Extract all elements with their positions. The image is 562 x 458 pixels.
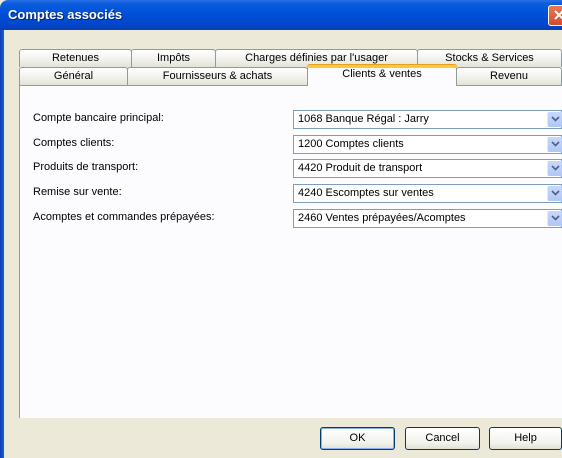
field-label: Acomptes et commandes prépayées:: [33, 211, 215, 223]
dialog-window: Comptes associés Retenues Impôts Charges…: [0, 0, 562, 458]
title-bar[interactable]: Comptes associés: [0, 0, 562, 30]
tab-label: Impôts: [156, 52, 190, 64]
field-label: Comptes clients:: [33, 137, 115, 149]
acomptes-select[interactable]: 2460 Ventes prépayées/Acomptes: [293, 209, 562, 228]
comptes-clients-select[interactable]: 1200 Comptes clients: [293, 135, 562, 154]
dropdown-button[interactable]: [547, 137, 562, 152]
tab-impots[interactable]: Impôts: [131, 49, 216, 67]
chevron-down-icon: [551, 190, 560, 196]
tab-fournisseurs-achats[interactable]: Fournisseurs & achats: [127, 67, 308, 85]
select-value: 4240 Escomptes sur ventes: [298, 187, 434, 199]
chevron-down-icon: [551, 215, 560, 221]
dropdown-button[interactable]: [547, 186, 562, 201]
window-frame-left: [0, 30, 4, 458]
chevron-down-icon: [551, 116, 560, 122]
tab-label: Charges définies par l'usager: [245, 52, 388, 64]
cancel-button[interactable]: Cancel: [405, 427, 480, 450]
produits-transport-select[interactable]: 4420 Produit de transport: [293, 159, 562, 178]
close-button[interactable]: [548, 5, 562, 26]
ok-button[interactable]: OK: [320, 427, 395, 450]
tab-retenues[interactable]: Retenues: [19, 49, 132, 67]
select-value: 1068 Banque Régal : Jarry: [298, 113, 429, 125]
field-label: Compte bancaire principal:: [33, 112, 164, 124]
dropdown-button[interactable]: [547, 112, 562, 127]
tab-label: Retenues: [51, 52, 100, 64]
tab-label: Général: [53, 70, 94, 82]
select-value: 4420 Produit de transport: [298, 162, 423, 174]
tab-label: Revenu: [490, 70, 528, 82]
tab-label: Stocks & Services: [445, 52, 534, 64]
tab-label: Fournisseurs & achats: [162, 70, 273, 82]
tab-clients-ventes[interactable]: Clients & ventes: [307, 64, 457, 86]
chevron-down-icon: [551, 165, 560, 171]
chevron-down-icon: [551, 141, 560, 147]
field-label: Remise sur vente:: [33, 186, 122, 198]
tab-general[interactable]: Général: [19, 67, 128, 85]
dropdown-button[interactable]: [547, 161, 562, 176]
select-value: 1200 Comptes clients: [298, 138, 404, 150]
field-label: Produits de transport:: [33, 161, 139, 173]
help-button[interactable]: Help: [489, 427, 562, 450]
remise-vente-select[interactable]: 4240 Escomptes sur ventes: [293, 184, 562, 203]
compte-bancaire-select[interactable]: 1068 Banque Régal : Jarry: [293, 110, 562, 129]
tab-label: Clients & ventes: [342, 68, 422, 80]
window-title: Comptes associés: [8, 7, 123, 22]
select-value: 2460 Ventes prépayées/Acomptes: [298, 212, 466, 224]
tab-revenu[interactable]: Revenu: [456, 67, 562, 85]
close-icon: [554, 10, 562, 20]
dropdown-button[interactable]: [547, 211, 562, 226]
